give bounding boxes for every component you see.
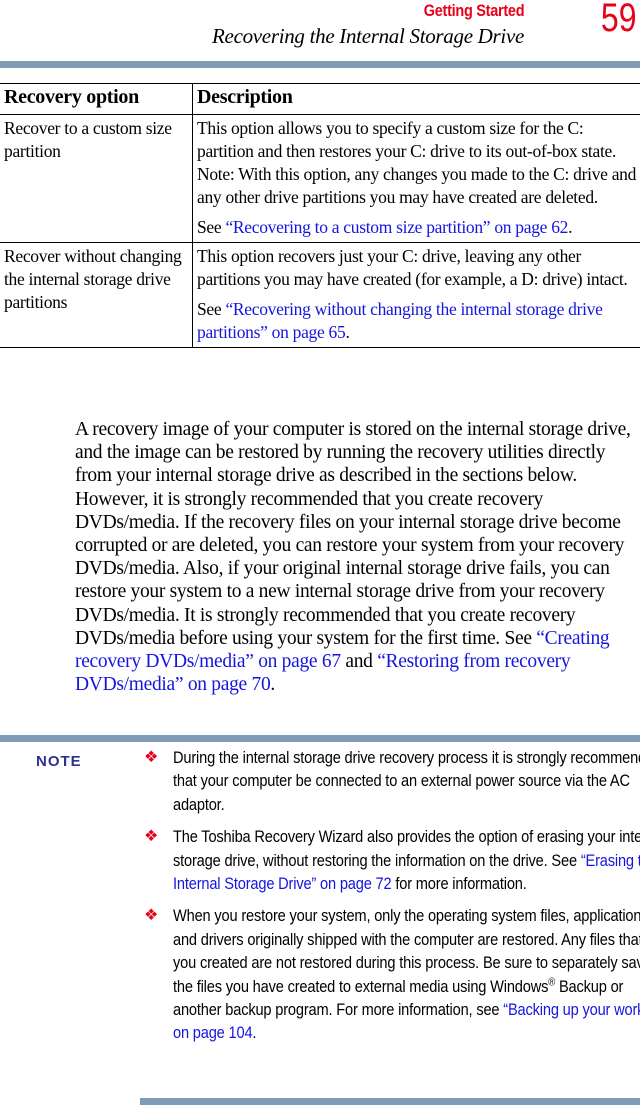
description-text: This option allows you to specify a cust… [197, 118, 637, 207]
see-prefix: See [197, 299, 226, 319]
option-cell: Recover without changing the internal st… [0, 242, 193, 348]
description-cell: This option allows you to specify a cust… [192, 114, 640, 243]
note-rule-top [0, 735, 640, 742]
note-item: ❖ The Toshiba Recovery Wizard also provi… [140, 825, 640, 895]
note-text: When you restore your system, only the o… [173, 904, 640, 1044]
header-rule [0, 61, 640, 68]
page-number: 59 [600, 0, 636, 40]
note-item: ❖ When you restore your system, only the… [140, 904, 640, 1044]
note-label: NOTE [36, 753, 82, 770]
note-rule-bottom [140, 1098, 640, 1105]
diamond-bullet-icon: ❖ [144, 907, 159, 925]
note-text: During the internal storage drive recove… [173, 746, 640, 816]
body-paragraph: A recovery image of your computer is sto… [75, 418, 637, 696]
see-suffix: . [568, 217, 573, 237]
description-cell: This option recovers just your C: drive,… [192, 242, 640, 348]
note-text: The Toshiba Recovery Wizard also provide… [173, 825, 640, 895]
diamond-bullet-icon: ❖ [144, 828, 159, 846]
page-header: Getting Started 59 Recovering the Intern… [0, 0, 640, 62]
note-text-after: . [252, 1023, 257, 1043]
table-row: Recover to a custom size partition This … [0, 114, 640, 243]
recovery-options-table: Recovery option Description Recover to a… [0, 83, 640, 348]
note-text-body: The Toshiba Recovery Wizard also provide… [173, 827, 640, 870]
note-list: ❖ During the internal storage drive reco… [140, 746, 640, 1054]
body-text-end: . [270, 674, 275, 696]
column-header-option: Recovery option [0, 83, 193, 115]
table-row: Recover without changing the internal st… [0, 242, 640, 348]
diamond-bullet-icon: ❖ [144, 749, 159, 766]
see-reference: See “Recovering without changing the int… [197, 298, 637, 344]
column-header-description: Description [192, 83, 640, 115]
cross-reference-link[interactable]: “Recovering to a custom size partition” … [225, 217, 568, 237]
description-text: This option recovers just your C: drive,… [197, 246, 628, 289]
table-header-row: Recovery option Description [0, 83, 640, 115]
see-prefix: See [197, 217, 226, 237]
option-cell: Recover to a custom size partition [0, 114, 193, 243]
note-item: ❖ During the internal storage drive reco… [140, 746, 640, 816]
body-text-between: and [340, 651, 378, 673]
note-text-body: During the internal storage drive recove… [173, 748, 640, 814]
sub-title: Recovering the Internal Storage Drive [212, 24, 524, 48]
see-suffix: . [345, 322, 350, 342]
section-title: Getting Started [423, 1, 524, 20]
note-text-after: for more information. [391, 874, 527, 894]
see-reference: See “Recovering to a custom size partiti… [197, 216, 637, 239]
cross-reference-link[interactable]: “Recovering without changing the interna… [197, 299, 603, 342]
body-text: A recovery image of your computer is sto… [75, 419, 631, 649]
